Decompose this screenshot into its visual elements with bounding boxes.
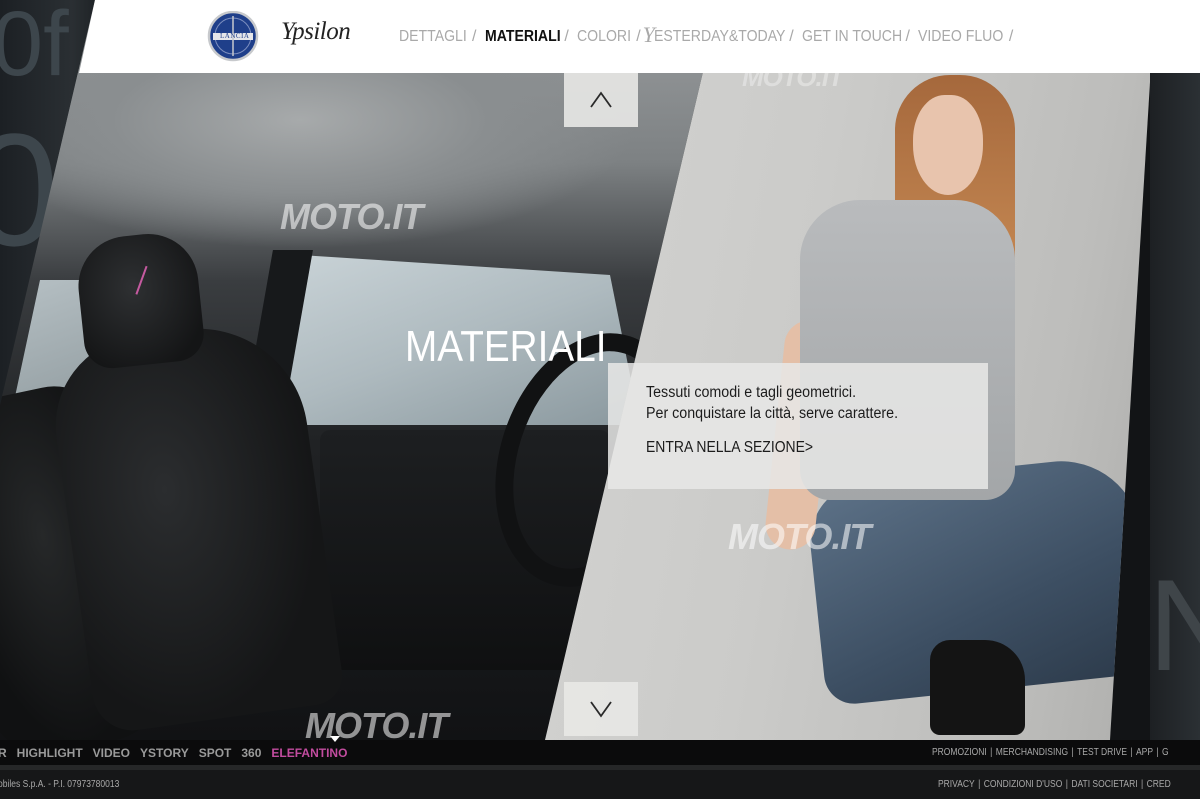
model-face [913,95,983,195]
link-separator: | [978,779,981,790]
footer-legal-bar: obiles S.p.A. - P.I. 07973780013 PRIVACY… [0,770,1200,799]
caret-down-icon [330,736,340,742]
footer-link-g[interactable]: G [1162,747,1169,758]
footer-link-promozioni[interactable]: PROMOZIONI [932,747,987,758]
ypsilon-logo-text: Ypsilon [281,18,351,45]
nav-separator: / [1008,28,1014,45]
watermark: MOTO.IT [728,516,871,557]
footer-link-app[interactable]: APP [1136,747,1153,758]
chevron-down-icon [590,701,612,718]
lancia-logo-text: LANCIA [220,32,250,40]
chevron-up-icon [590,91,612,108]
main-nav: DETTAGLI / MATERIALI / COLORI / Y ESTERD… [399,22,1014,48]
background-letters-1: 0f [0,0,69,95]
nav-separator: / [472,28,477,45]
footer-link-360[interactable]: 360 [241,746,261,760]
footer-link-dati-societari[interactable]: DATI SOCIETARI [1071,779,1137,790]
info-box: Tessuti comodi e tagli geometrici. Per c… [608,363,988,489]
nav-dettagli[interactable]: DETTAGLI [399,28,467,46]
footer-right-links-bottom: PRIVACY | CONDIZIONI D'USO | DATI SOCIETARI |… [938,779,1171,790]
hero-stage: 0f 0 N MOTO.IT MOTO.IT MOTO.IT MOTO.IT M… [0,0,1200,740]
footer-link-merchandising[interactable]: MERCHANDISING [996,747,1068,758]
link-separator: | [1071,747,1074,758]
model-boot [930,640,1025,735]
nav-yesterday-today[interactable]: ESTERDAY&TODAY [654,28,785,46]
footer-link-highlight[interactable]: HIGHLIGHT [17,746,83,760]
footer-right-links-top: PROMOZIONI | MERCHANDISING | TEST DRIVE | APP |… [932,747,1169,758]
footer-nav-bar: R HIGHLIGHT VIDEO YSTORY SPOT 360 ELEFAN… [0,736,1200,765]
footer-link-r[interactable]: R [0,746,7,760]
footer-link-credits[interactable]: CRED [1147,779,1171,790]
link-separator: | [1141,779,1144,790]
nav-get-in-touch[interactable]: GET IN TOUCH [802,28,902,46]
nav-separator: / [564,28,569,45]
footer-link-spot[interactable]: SPOT [199,746,232,760]
copyright-text: obiles S.p.A. - P.I. 07973780013 [0,779,120,790]
nav-separator: / [905,28,910,45]
watermark: MOTO.IT [280,196,423,237]
footer-link-video[interactable]: VIDEO [93,746,130,760]
nav-separator: / [636,28,641,45]
footer-link-condizioni[interactable]: CONDIZIONI D'USO [984,779,1063,790]
footer-nav: R HIGHLIGHT VIDEO YSTORY SPOT 360 ELEFAN… [0,746,357,760]
scroll-down-button[interactable] [564,682,638,736]
footer-link-test-drive[interactable]: TEST DRIVE [1077,747,1127,758]
watermark: MOTO.IT [305,705,448,740]
ypsilon-logo[interactable]: Ypsilon [279,12,369,62]
link-separator: | [990,747,993,758]
footer-link-elefantino[interactable]: ELEFANTINO [271,746,347,760]
nav-materiali[interactable]: MATERIALI [485,28,561,46]
info-text-line2: Per conquistare la città, serve caratter… [646,405,899,422]
nav-separator: / [789,28,794,45]
seat-headrest [73,229,207,371]
footer-link-privacy[interactable]: PRIVACY [938,779,975,790]
nav-video-fluo[interactable]: VIDEO FLUO [918,28,1003,46]
background-letter-right: N [1148,552,1200,698]
link-separator: | [1130,747,1133,758]
link-separator: | [1156,747,1159,758]
link-separator: | [1065,779,1068,790]
enter-section-link[interactable]: ENTRA NELLA SEZIONE> [646,439,954,457]
lancia-logo[interactable]: LANCIA [207,10,259,63]
info-text-line1: Tessuti comodi e tagli geometrici. [646,384,857,401]
footer-link-ystory[interactable]: YSTORY [140,746,189,760]
scroll-up-button[interactable] [564,73,638,127]
section-title: MATERIALI [405,322,607,371]
nav-colori[interactable]: COLORI [577,28,631,46]
